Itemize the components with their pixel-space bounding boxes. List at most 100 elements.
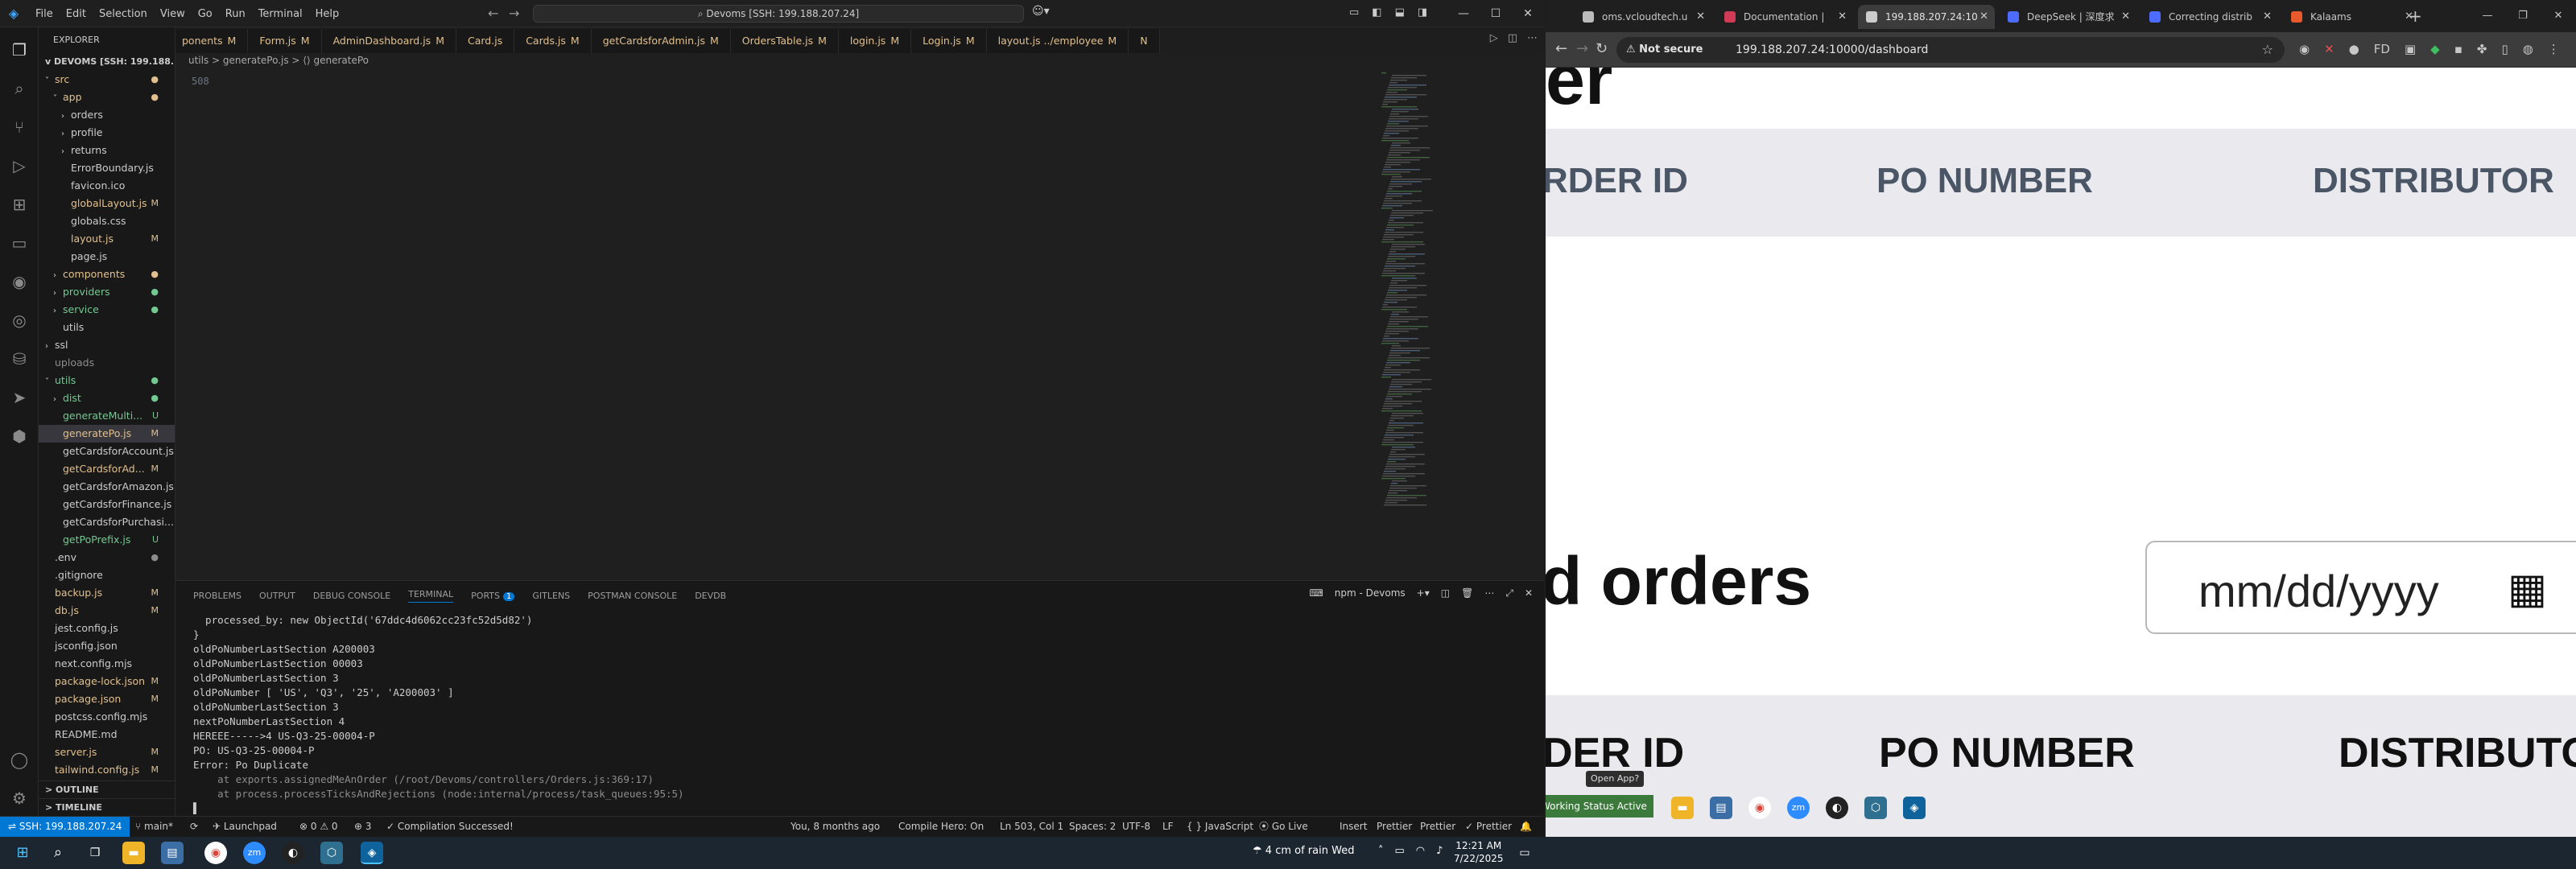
editor-tab[interactable]: Cards.js M — [514, 29, 592, 53]
prettier-status-2[interactable]: Prettier — [1420, 817, 1455, 837]
extension-ghost-icon[interactable]: ▪ — [2454, 42, 2462, 56]
add-terminal-icon[interactable]: +▾ — [1417, 587, 1430, 599]
tree-item[interactable]: next.config.mjs — [39, 655, 175, 673]
devdb-icon[interactable]: ⛁ — [8, 348, 31, 370]
calendar-icon[interactable]: ▦ — [2508, 565, 2547, 613]
tree-item[interactable]: › returns — [39, 142, 175, 159]
tree-item[interactable]: getCardsforPurchasi... — [39, 513, 175, 531]
browser-tab[interactable]: Kalaams ✕ — [2283, 5, 2420, 29]
address-bar[interactable]: ⚠ Not secure 199.188.207.24:10000/dashbo… — [1616, 37, 2285, 63]
tree-item[interactable]: › service ● — [39, 301, 175, 319]
editor-tab[interactable]: AdminDashboard.js M — [321, 29, 456, 53]
profile-icon[interactable]: ◍ — [2523, 42, 2533, 56]
close-tab-icon[interactable]: ✕ — [2121, 5, 2130, 29]
close-tab-icon[interactable]: ✕ — [1838, 5, 1847, 29]
end-of-line[interactable]: LF — [1162, 817, 1174, 837]
date-filter-input[interactable]: mm/dd/yyyy ▦ — [2145, 541, 2576, 634]
close-tab-icon[interactable]: ✕ — [2263, 5, 2272, 29]
tree-item[interactable]: getPoPrefix.js U — [39, 531, 175, 549]
timeline-section[interactable]: > TIMELINE — [39, 798, 175, 816]
explorer-icon[interactable]: ❐ — [8, 39, 31, 61]
file-explorer-icon[interactable]: ▬ — [1671, 797, 1694, 819]
editor-area[interactable]: utils > generatePo.js > ⟨⟩ generatePo 50… — [175, 53, 1544, 580]
app-icon[interactable]: ⬡ — [320, 842, 343, 864]
terminal-output[interactable]: processed_by: new ObjectId('67ddc4d6062c… — [193, 613, 684, 816]
problems-indicator[interactable]: ⊗ 0 ⚠ 0 — [299, 817, 338, 837]
close-icon[interactable]: ✕ — [2541, 0, 2576, 32]
forward-arrow-icon[interactable]: → — [1576, 40, 1588, 57]
sidebar-toggle-icon[interactable]: ◧ — [1372, 6, 1381, 19]
menu-selection[interactable]: Selection — [93, 8, 154, 20]
menu-view[interactable]: View — [154, 8, 192, 20]
settings-gear-icon[interactable]: ⚙ — [8, 787, 31, 809]
chrome-menu-icon[interactable]: ⋮ — [2548, 42, 2560, 56]
go-live-button[interactable]: ⦿ Go Live — [1259, 817, 1308, 837]
extension-drop-icon[interactable]: ◆ — [2430, 42, 2440, 56]
extension-icon[interactable]: ◉ — [2299, 42, 2310, 56]
menu-run[interactable]: Run — [219, 8, 252, 20]
outline-section[interactable]: > OUTLINE — [39, 780, 175, 798]
zoom-icon[interactable]: zm — [1787, 797, 1810, 819]
new-tab-icon[interactable]: + — [2409, 6, 2422, 26]
not-secure-badge[interactable]: ⚠ Not secure — [1626, 37, 1703, 63]
python-icon[interactable]: ⬢ — [8, 425, 31, 447]
menu-edit[interactable]: Edit — [60, 8, 93, 20]
forward-arrow-icon[interactable]: → — [509, 6, 519, 21]
ports-indicator[interactable]: ⊕ 3 — [354, 817, 372, 837]
maximize-icon[interactable]: ☐ — [1480, 0, 1512, 27]
chrome-icon[interactable]: ◉ — [1748, 797, 1771, 819]
extension-dot-icon[interactable]: ● — [2349, 42, 2359, 56]
panel-tab-terminal[interactable]: TERMINAL — [408, 589, 454, 603]
panel-toggle-icon[interactable]: ⬓ — [1395, 6, 1405, 19]
reload-icon[interactable]: ↻ — [1596, 40, 1608, 57]
minimap[interactable] — [1377, 69, 1467, 528]
editor-tab[interactable]: N — [1129, 29, 1160, 53]
store-icon[interactable]: ▤ — [161, 842, 184, 864]
bookmark-star-icon[interactable]: ☆ — [2262, 37, 2273, 63]
notifications-icon[interactable]: 🔔 — [1520, 817, 1532, 837]
url-text[interactable]: 199.188.207.24:10000/dashboard — [1736, 37, 1928, 63]
tree-item[interactable]: › providers ● — [39, 283, 175, 301]
tree-item[interactable]: getCardsforAmazon.js — [39, 478, 175, 496]
working-status-button[interactable]: Working Status Active — [1546, 795, 1653, 818]
tree-item[interactable]: globalLayout.js M — [39, 195, 175, 212]
media-icon[interactable]: ◐ — [1826, 797, 1848, 819]
tree-item[interactable]: favicon.ico — [39, 177, 175, 195]
editor-tab[interactable]: Form.js M — [248, 29, 322, 53]
file-explorer-icon[interactable]: ▬ — [122, 842, 145, 864]
tree-item[interactable]: › dist ● — [39, 389, 175, 407]
panel-tab-gitlens[interactable]: GITLENS — [532, 591, 570, 601]
tree-item[interactable]: backup.js M — [39, 584, 175, 602]
indentation[interactable]: Spaces: 2 — [1069, 817, 1116, 837]
maximize-panel-icon[interactable]: ⤢ — [1505, 587, 1513, 599]
search-icon[interactable]: ⌕ — [8, 77, 31, 100]
split-terminal-icon[interactable]: ◫ — [1441, 587, 1450, 599]
account-icon[interactable]: ◯ — [8, 748, 31, 771]
language-mode[interactable]: { } JavaScript — [1187, 817, 1253, 837]
panel-tab-postman-console[interactable]: POSTMAN CONSOLE — [588, 591, 677, 601]
tree-item[interactable]: globals.css — [39, 212, 175, 230]
gitlens-icon[interactable]: ◉ — [8, 270, 31, 293]
sidebar-icon[interactable]: ▯ — [2501, 42, 2508, 56]
more-actions-icon[interactable]: ⋯ — [1484, 587, 1494, 599]
volume-icon[interactable]: ♪ — [1436, 845, 1443, 857]
tree-item[interactable]: .env ● — [39, 549, 175, 566]
tree-item[interactable]: ErrorBoundary.js — [39, 159, 175, 177]
editor-tab[interactable]: layout.js ../employee M — [986, 29, 1129, 53]
remote-indicator[interactable]: ⇌ SSH: 199.188.207.24 — [0, 817, 130, 837]
tree-item[interactable]: uploads — [39, 354, 175, 372]
breadcrumb[interactable]: utils > generatePo.js > ⟨⟩ generatePo — [188, 55, 369, 66]
wifi-icon[interactable]: ◠ — [1416, 845, 1425, 857]
menu-file[interactable]: File — [29, 8, 60, 20]
notification-icon[interactable]: ▭ — [1513, 842, 1536, 864]
search-icon[interactable]: ⌕ — [47, 842, 69, 864]
tree-item[interactable]: ˅ utils ● — [39, 372, 175, 389]
trash-icon[interactable]: 🗑 — [1461, 587, 1473, 599]
branch-indicator[interactable]: ⑂ main* — [135, 817, 173, 837]
extension-fd-icon[interactable]: FD — [2374, 42, 2390, 56]
tree-item[interactable]: server.js M — [39, 743, 175, 761]
browser-tab[interactable]: Correcting distrib ✕ — [2141, 5, 2278, 29]
tree-item[interactable]: generateMulti... U — [39, 407, 175, 425]
weather-widget[interactable]: ☂ 4 cm of rain Wed — [1253, 845, 1354, 857]
git-blame[interactable]: You, 8 months ago — [791, 817, 880, 837]
